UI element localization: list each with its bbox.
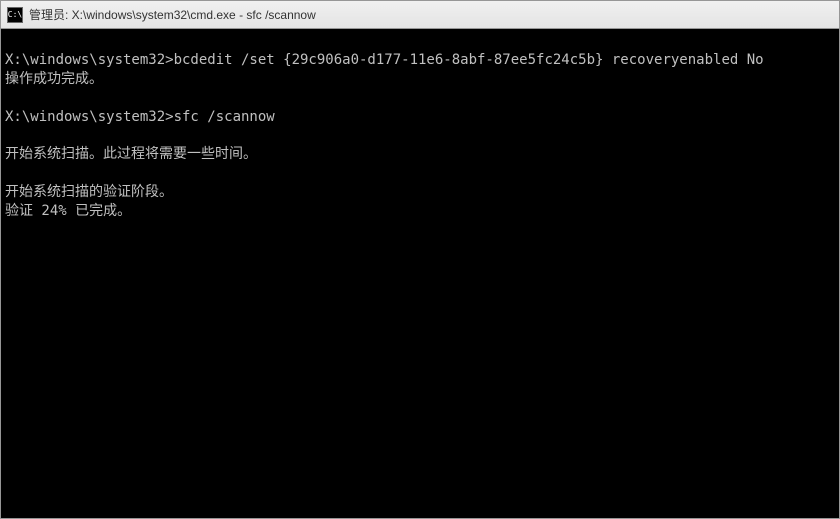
terminal-output[interactable]: X:\windows\system32>bcdedit /set {29c906… xyxy=(1,29,839,518)
terminal-line: 开始系统扫描。此过程将需要一些时间。 xyxy=(5,145,835,164)
command-prompt-window: C:\ 管理员: X:\windows\system32\cmd.exe - s… xyxy=(0,0,840,519)
cmd-icon: C:\ xyxy=(7,7,23,23)
terminal-blank xyxy=(5,164,835,183)
terminal-line: 开始系统扫描的验证阶段。 xyxy=(5,183,835,202)
window-title: 管理员: X:\windows\system32\cmd.exe - sfc /… xyxy=(29,6,833,23)
terminal-line: 操作成功完成。 xyxy=(5,70,835,89)
titlebar[interactable]: C:\ 管理员: X:\windows\system32\cmd.exe - s… xyxy=(1,1,839,29)
terminal-line: 验证 24% 已完成。 xyxy=(5,202,835,221)
terminal-blank xyxy=(5,89,835,108)
terminal-line: X:\windows\system32>sfc /scannow xyxy=(5,108,835,127)
terminal-blank xyxy=(5,127,835,146)
terminal-line: X:\windows\system32>bcdedit /set {29c906… xyxy=(5,51,835,70)
